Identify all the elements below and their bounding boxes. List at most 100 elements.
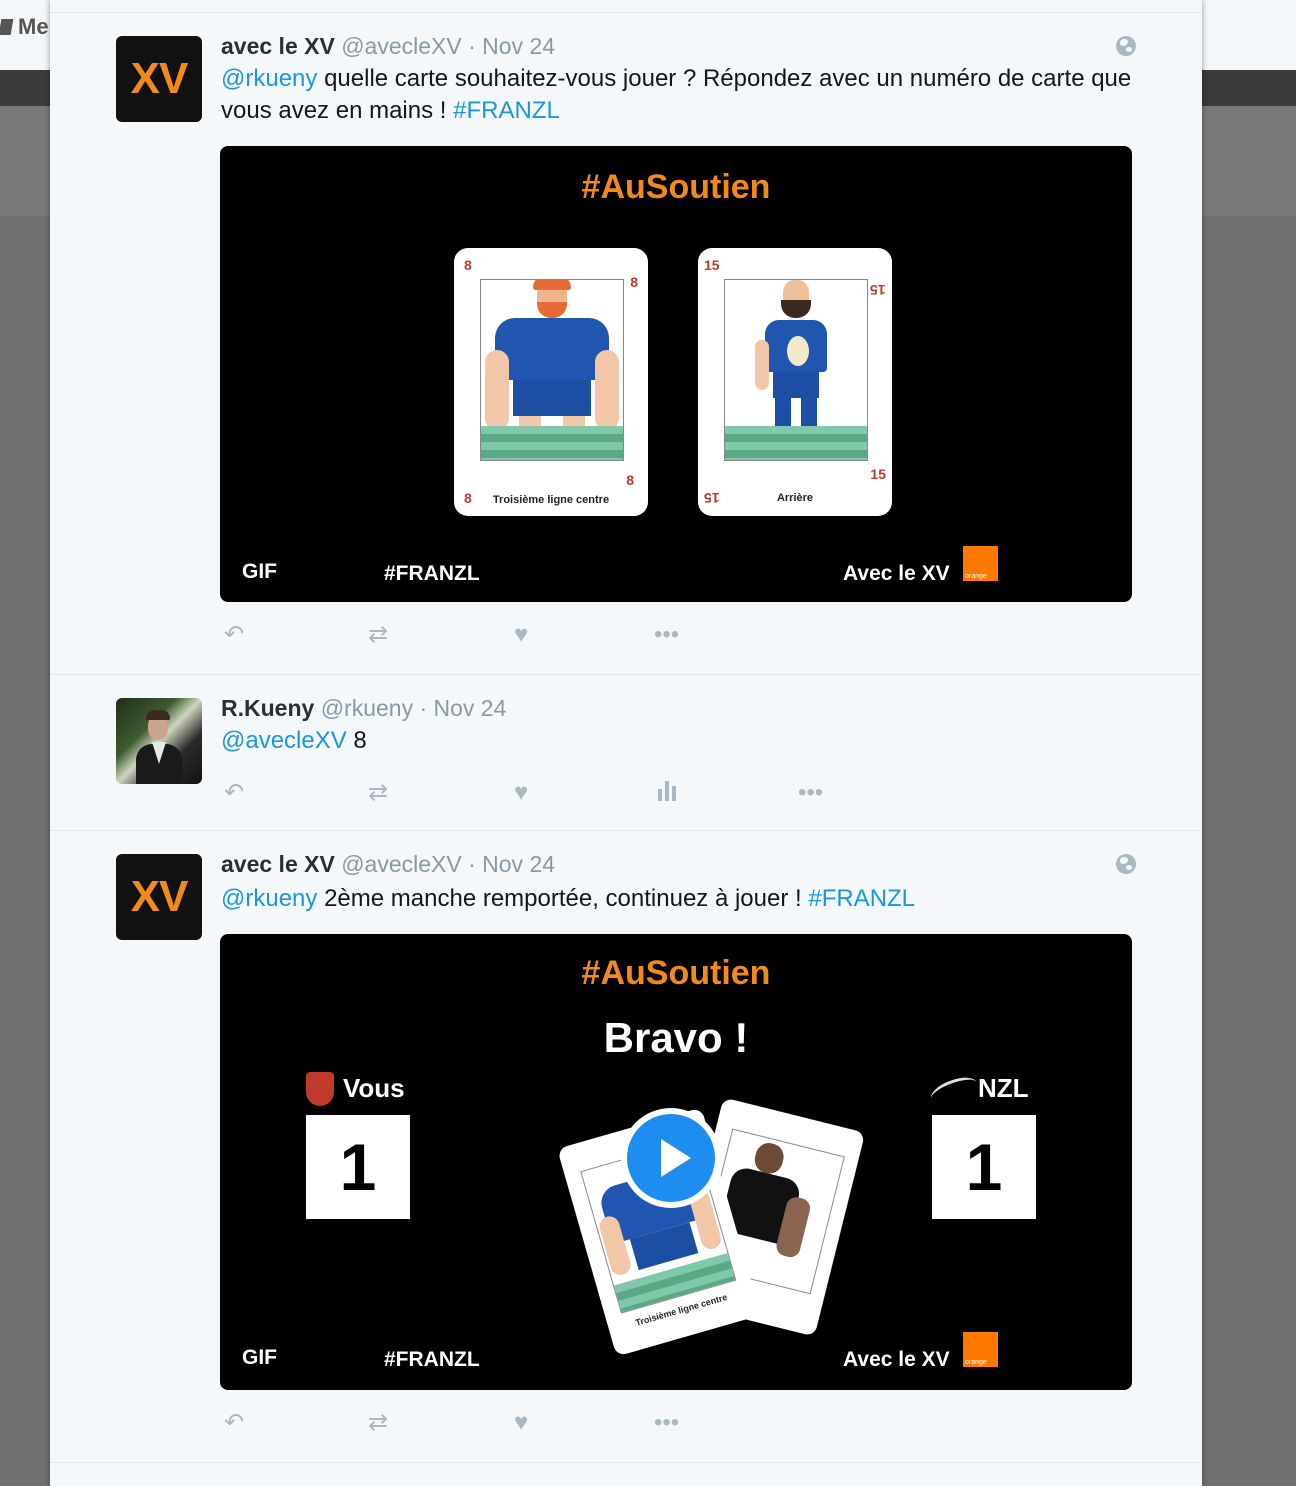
- player-beard: [781, 300, 811, 318]
- media-hashtag: #FRANZL: [384, 562, 480, 585]
- gif-badge: GIF: [242, 1346, 277, 1369]
- media-hashtag-title: #AuSoutien: [581, 954, 771, 992]
- card-caption: Arrière: [776, 492, 814, 504]
- tweet-actions: ↶ ⇄ ♥ •••: [220, 621, 920, 651]
- brand-text: Avec le XV: [843, 1348, 950, 1371]
- orange-logo: orange: [963, 1332, 998, 1367]
- heart-icon[interactable]: ♥: [514, 779, 528, 807]
- globe-icon: [1116, 854, 1136, 874]
- media-hashtag: #FRANZL: [384, 1348, 480, 1371]
- analytics-icon[interactable]: [656, 781, 680, 805]
- more-icon[interactable]: •••: [798, 779, 823, 807]
- analytics-bar: [672, 786, 676, 801]
- card-number: 8: [626, 472, 634, 488]
- gif-badge: GIF: [242, 560, 277, 583]
- mention-link[interactable]: @rkueny: [221, 885, 317, 912]
- avatar-logo-text: XV: [130, 54, 189, 103]
- card-number: 8: [630, 274, 638, 290]
- team-label-vous: Vous: [343, 1073, 405, 1103]
- retweet-icon[interactable]: ⇄: [368, 779, 388, 807]
- score-vous: 1: [306, 1115, 410, 1219]
- tweet-media-gif[interactable]: #AuSoutien 8 8 8 8 Troisième ligne centr…: [220, 146, 1132, 602]
- player-arm: [595, 350, 619, 430]
- player-card-15: 15 15 15 15 Arrière: [698, 248, 892, 516]
- tweet-text: @avecleXV 8: [221, 725, 1141, 757]
- card-illustration: [724, 279, 868, 461]
- avatar[interactable]: XV: [116, 36, 202, 122]
- player-card-8: 8 8 8 8 Troisième ligne centre: [454, 248, 648, 516]
- user-handle[interactable]: @avecleXV: [341, 33, 462, 59]
- pitch-stripes: [725, 426, 867, 460]
- globe-icon: [1116, 36, 1136, 56]
- card-number: 15: [870, 282, 886, 298]
- analytics-bar: [665, 781, 669, 801]
- hashtag-link[interactable]: #FRANZL: [453, 97, 560, 124]
- player-jersey: [495, 318, 609, 380]
- tweet-header: avec le XV @avecleXV · Nov 24: [221, 33, 555, 60]
- result-title: Bravo !: [603, 1014, 749, 1061]
- avatar[interactable]: XV: [116, 854, 202, 940]
- card-caption: Troisième ligne centre: [492, 494, 610, 506]
- player-shorts: [773, 372, 819, 398]
- media-hashtag-title: #AuSoutien: [581, 168, 771, 206]
- retweet-icon[interactable]: ⇄: [368, 1409, 388, 1437]
- tweet[interactable]: XV avec le XV @avecleXV · Nov 24 @rkueny…: [50, 831, 1202, 1461]
- reply-icon[interactable]: ↶: [224, 1409, 244, 1437]
- orange-logo: orange: [963, 546, 998, 581]
- player-shorts: [513, 380, 591, 416]
- player-arm: [485, 350, 509, 430]
- more-icon[interactable]: •••: [654, 1409, 679, 1437]
- avatar-hair: [146, 710, 170, 720]
- tweet[interactable]: XV avec le XV @avecleXV · Nov 24 @rkueny…: [50, 13, 1202, 673]
- avatar-logo-text: XV: [130, 872, 189, 921]
- france-rooster-icon: [306, 1072, 334, 1106]
- analytics-bar: [658, 789, 662, 801]
- mention-link[interactable]: @rkueny: [221, 65, 317, 92]
- tweet-text: @rkueny quelle carte souhaitez-vous joue…: [221, 63, 1141, 127]
- tweet-header: R.Kueny @rkueny · Nov 24: [221, 695, 506, 722]
- heart-icon[interactable]: ♥: [514, 621, 528, 649]
- tweet[interactable]: R.Kueny @rkueny · Nov 24 @avecleXV 8 ↶ ⇄…: [50, 675, 1202, 830]
- reply-icon[interactable]: ↶: [224, 779, 244, 807]
- tweet-text: @rkueny 2ème manche remportée, continuez…: [221, 883, 1141, 915]
- retweet-icon[interactable]: ⇄: [368, 621, 388, 649]
- tweet-date[interactable]: · Nov 24: [419, 695, 506, 721]
- player-arm: [755, 340, 769, 390]
- play-button[interactable]: [621, 1108, 721, 1208]
- card-illustration: [480, 279, 624, 461]
- tweet-actions: ↶ ⇄ ♥ •••: [220, 779, 920, 809]
- hashtag-link[interactable]: #FRANZL: [808, 885, 915, 912]
- orange-logo-text: orange: [965, 573, 987, 580]
- team-label-nzl: NZL: [978, 1073, 1029, 1103]
- tweet-body: quelle carte souhaitez-vous jouer ? Répo…: [221, 65, 1132, 124]
- tweet-media-gif[interactable]: #AuSoutien Bravo ! Vous 1 NZL 1 Troisièm…: [220, 934, 1132, 1390]
- message-icon: [0, 19, 14, 35]
- pitch-stripes: [481, 426, 623, 460]
- rugby-ball: [787, 336, 809, 366]
- mention-link[interactable]: @avecleXV: [221, 727, 347, 754]
- orange-logo-text: orange: [965, 1359, 987, 1366]
- display-name[interactable]: avec le XV: [221, 851, 335, 877]
- avatar[interactable]: [116, 698, 202, 784]
- tweet-actions: ↶ ⇄ ♥ •••: [220, 1409, 920, 1439]
- heart-icon[interactable]: ♥: [514, 1409, 528, 1437]
- user-handle[interactable]: @rkueny: [321, 695, 413, 721]
- user-handle[interactable]: @avecleXV: [341, 851, 462, 877]
- tweet-date[interactable]: · Nov 24: [468, 851, 555, 877]
- display-name[interactable]: R.Kueny: [221, 695, 314, 721]
- card-number: 15: [704, 257, 720, 273]
- divider: [50, 1462, 1202, 1463]
- reply-icon[interactable]: ↶: [224, 621, 244, 649]
- tweet-body: 2ème manche remportée, continuez à jouer…: [317, 885, 809, 912]
- brand-text: Avec le XV: [843, 562, 950, 585]
- background-nav-messages[interactable]: Me: [0, 14, 49, 40]
- silver-fern-icon: [927, 1072, 981, 1109]
- score-nzl: 1: [932, 1115, 1036, 1219]
- tweet-date[interactable]: · Nov 24: [468, 33, 555, 59]
- tweet-body: 8: [346, 727, 367, 754]
- tweet-header: avec le XV @avecleXV · Nov 24: [221, 851, 555, 878]
- more-icon[interactable]: •••: [654, 621, 679, 649]
- player-beard: [537, 302, 567, 318]
- player-hair: [533, 280, 571, 290]
- display-name[interactable]: avec le XV: [221, 33, 335, 59]
